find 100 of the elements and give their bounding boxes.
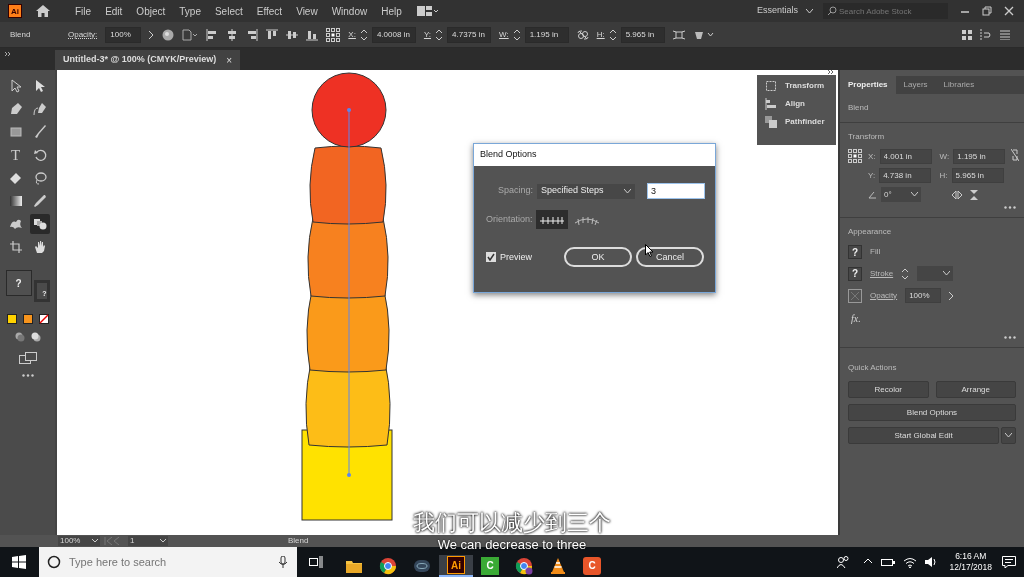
fill-swatch[interactable]: ? bbox=[5, 270, 32, 296]
reference-point-icon[interactable] bbox=[326, 27, 341, 42]
stroke-label[interactable]: Stroke bbox=[870, 267, 894, 280]
stepper-icon[interactable] bbox=[512, 27, 521, 42]
fill-swatch[interactable]: ? bbox=[848, 245, 862, 259]
stock-search-field[interactable]: Search Adobe Stock bbox=[823, 3, 948, 19]
quick-action-button[interactable]: Blend Options bbox=[848, 404, 1016, 421]
cancel-button[interactable]: Cancel bbox=[636, 247, 704, 268]
panel-menu-icon[interactable] bbox=[1000, 29, 1010, 40]
task-view-icon[interactable] bbox=[309, 556, 323, 568]
artboard-dropdown[interactable]: 1 bbox=[128, 536, 168, 546]
dimension-field[interactable]: 4.738 in bbox=[879, 168, 932, 183]
dropdown-button[interactable] bbox=[1001, 427, 1016, 444]
zoom-dropdown[interactable]: 100% bbox=[58, 536, 100, 546]
stepper-icon[interactable] bbox=[901, 266, 910, 281]
menu-item[interactable]: Select bbox=[207, 3, 250, 19]
quick-action-button[interactable]: Arrange bbox=[935, 381, 1016, 398]
home-icon[interactable] bbox=[36, 5, 50, 17]
document-icon[interactable] bbox=[182, 28, 199, 41]
color-mode-swatch[interactable] bbox=[22, 314, 33, 324]
stepper-icon[interactable] bbox=[359, 27, 368, 42]
flip-horizontal-icon[interactable] bbox=[951, 190, 962, 199]
more-options-icon[interactable] bbox=[1004, 206, 1016, 209]
menu-item[interactable]: Effect bbox=[249, 3, 290, 19]
opacity-label[interactable]: Opacity bbox=[870, 289, 898, 302]
restore-icon[interactable] bbox=[982, 6, 992, 16]
close-icon[interactable] bbox=[1004, 6, 1014, 16]
preview-checkbox[interactable]: Preview bbox=[486, 250, 532, 265]
menu-item[interactable]: Edit bbox=[98, 3, 130, 19]
quick-action-button[interactable]: Start Global Edit bbox=[848, 427, 999, 444]
grid-icon[interactable] bbox=[962, 29, 972, 40]
draw-behind-icon[interactable] bbox=[30, 332, 41, 342]
stepper-icon[interactable] bbox=[435, 27, 444, 42]
dimension-field[interactable]: 4.001 in bbox=[879, 149, 932, 164]
chevron-right-icon[interactable] bbox=[149, 30, 155, 39]
taskbar-app-button[interactable]: C bbox=[575, 555, 609, 577]
collapse-chevrons-icon[interactable] bbox=[5, 52, 11, 56]
panel-item[interactable]: Pathfinder bbox=[765, 116, 828, 128]
link-icon[interactable] bbox=[576, 29, 589, 40]
tool-button[interactable]: T bbox=[5, 145, 26, 165]
angle-field[interactable]: 0° bbox=[881, 187, 921, 202]
none-swatch-icon[interactable] bbox=[38, 314, 49, 324]
taskbar-search-field[interactable]: Type here to search bbox=[39, 547, 297, 577]
checkbox[interactable] bbox=[486, 252, 496, 263]
align-right-icon[interactable] bbox=[246, 28, 259, 41]
menu-item[interactable]: File bbox=[68, 3, 99, 19]
opacity-label[interactable]: Opacity: bbox=[68, 28, 98, 41]
windows-start-icon[interactable] bbox=[12, 555, 26, 569]
panel-tab[interactable]: Properties bbox=[840, 76, 896, 94]
isolate-frame-icon[interactable] bbox=[672, 28, 685, 41]
workspace-layout-icon[interactable] bbox=[416, 6, 439, 16]
menu-item[interactable]: Help bbox=[374, 3, 409, 19]
align-bottom-icon[interactable] bbox=[306, 28, 319, 41]
draw-mode-icon[interactable] bbox=[14, 332, 25, 342]
align-middle-icon[interactable] bbox=[286, 28, 299, 41]
distribute-icon[interactable] bbox=[980, 28, 992, 41]
dimension-field[interactable]: 1.195 in bbox=[953, 149, 1006, 164]
opacity-field[interactable]: 100% bbox=[905, 288, 942, 303]
taskbar-app-button[interactable]: Ai bbox=[439, 555, 473, 577]
constrain-link-icon[interactable] bbox=[1011, 149, 1020, 161]
ok-button[interactable]: OK bbox=[564, 247, 632, 268]
more-tools-icon[interactable] bbox=[21, 374, 34, 377]
expand-chevrons-icon[interactable] bbox=[828, 70, 834, 74]
quick-action-button[interactable]: Recolor bbox=[848, 381, 929, 398]
menu-item[interactable]: Object bbox=[129, 3, 173, 19]
people-icon[interactable] bbox=[837, 556, 850, 568]
wifi-icon[interactable] bbox=[903, 556, 918, 568]
close-tab-button[interactable]: × bbox=[226, 52, 233, 68]
dimension-field[interactable]: 1.195 in bbox=[524, 26, 569, 43]
stroke-swatch[interactable]: ? bbox=[848, 266, 862, 281]
stepper-icon[interactable] bbox=[608, 27, 617, 42]
globe-icon[interactable] bbox=[162, 28, 175, 41]
stroke-weight-field[interactable] bbox=[917, 266, 954, 281]
effects-button[interactable]: fx. bbox=[851, 311, 861, 326]
document-tab[interactable]: Untitled-3* @ 100% (CMYK/Preview) × bbox=[55, 50, 241, 70]
notification-icon[interactable] bbox=[1002, 556, 1016, 568]
dimension-field[interactable]: 4.0008 in bbox=[371, 26, 416, 43]
screen-mode-icon[interactable] bbox=[18, 352, 37, 364]
menu-item[interactable]: Window bbox=[324, 3, 375, 19]
steps-field[interactable]: 3 bbox=[647, 183, 706, 199]
tool-button[interactable] bbox=[29, 214, 50, 234]
menu-item[interactable]: Type bbox=[172, 3, 208, 19]
opacity-field[interactable]: 100% bbox=[105, 26, 142, 43]
chevron-right-icon[interactable] bbox=[949, 291, 955, 300]
workspace-dropdown[interactable]: Essentials bbox=[756, 4, 798, 18]
reference-point-icon[interactable] bbox=[848, 149, 862, 163]
chevron-down-icon[interactable] bbox=[806, 8, 813, 14]
color-mode-swatch[interactable] bbox=[6, 314, 17, 324]
align-center-icon[interactable] bbox=[226, 28, 239, 41]
spacing-dropdown[interactable]: Specified Steps bbox=[537, 183, 636, 199]
menu-item[interactable]: View bbox=[289, 3, 325, 19]
speaker-icon[interactable] bbox=[925, 556, 938, 568]
flip-vertical-icon[interactable] bbox=[969, 189, 978, 200]
taskbar-clock[interactable]: 6:16 AM 12/17/2018 bbox=[949, 551, 992, 573]
panel-item[interactable]: Align bbox=[765, 98, 828, 110]
battery-icon[interactable] bbox=[881, 556, 896, 568]
dimension-field[interactable]: 4.7375 in bbox=[447, 26, 492, 43]
align-top-icon[interactable] bbox=[266, 28, 279, 41]
panel-item[interactable]: Transform bbox=[765, 80, 828, 92]
align-left-icon[interactable] bbox=[206, 28, 219, 41]
